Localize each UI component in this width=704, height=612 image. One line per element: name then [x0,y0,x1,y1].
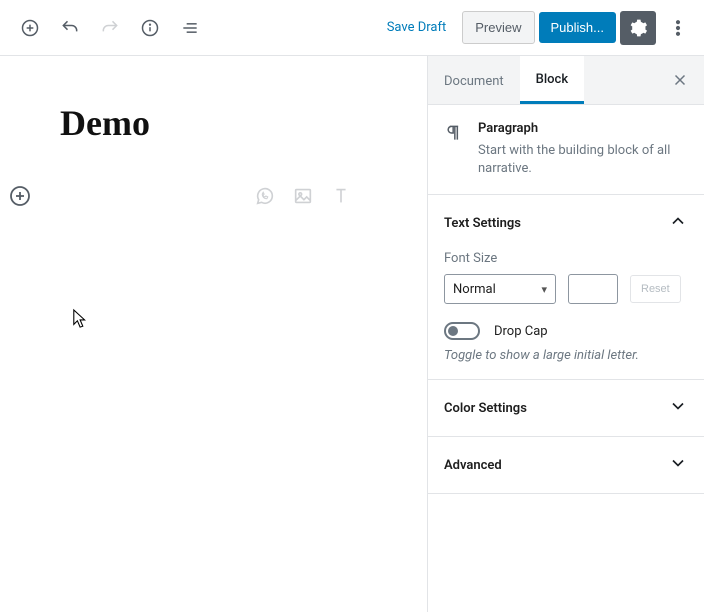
info-icon[interactable] [132,10,168,46]
publish-button[interactable]: Publish... [539,12,616,43]
save-draft-button[interactable]: Save Draft [375,12,459,43]
drop-cap-label: Drop Cap [494,324,548,339]
outline-icon[interactable] [172,10,208,46]
drop-cap-toggle[interactable] [444,322,480,340]
drop-cap-help: Toggle to show a large initial letter. [444,348,688,363]
font-size-label: Font Size [444,251,688,266]
settings-button[interactable] [620,11,656,45]
panel-text-settings-header[interactable]: Text Settings [428,195,704,251]
toolbar-left [8,10,208,46]
empty-block-row [60,184,371,208]
panel-advanced-title: Advanced [444,458,502,473]
more-vertical-icon [668,18,688,38]
chevron-up-icon [668,211,688,235]
panel-advanced-header[interactable]: Advanced [428,437,704,493]
panel-text-settings-title: Text Settings [444,216,521,231]
panel-color-settings: Color Settings [428,380,704,437]
close-icon [671,71,689,89]
panel-color-settings-header[interactable]: Color Settings [428,380,704,436]
panel-advanced: Advanced [428,437,704,494]
block-type-desc: Start with the building block of all nar… [478,142,688,178]
toolbar-right: Save Draft Preview Publish... [375,10,696,46]
sidebar-tabs: Document Block [428,56,704,105]
block-type-title: Paragraph [478,121,688,136]
editor-content [0,96,427,208]
undo-icon[interactable] [52,10,88,46]
font-size-row: Normal Reset [444,274,688,304]
panel-text-settings-body: Font Size Normal Reset Drop Cap Toggle t… [428,251,704,379]
more-button[interactable] [660,10,696,46]
top-toolbar: Save Draft Preview Publish... [0,0,704,56]
paragraph-icon [444,123,464,178]
block-type-header: Paragraph Start with the building block … [428,105,704,195]
panel-text-settings: Text Settings Font Size Normal Reset [428,195,704,380]
drop-cap-row: Drop Cap [444,322,688,340]
toggle-knob [448,326,458,336]
block-type-text: Paragraph Start with the building block … [478,121,688,178]
post-title-input[interactable] [60,96,371,148]
sidebar: Document Block Paragraph Start with the … [427,56,704,612]
preview-button[interactable]: Preview [462,11,534,44]
font-size-value: Normal [453,282,496,297]
editor-canvas [0,56,427,612]
tab-document[interactable]: Document [428,58,520,103]
font-size-custom-input[interactable] [568,274,618,304]
chevron-down-icon [668,453,688,477]
gear-icon [628,18,648,38]
main-area: Document Block Paragraph Start with the … [0,56,704,612]
add-block-inline-button[interactable] [6,182,34,210]
close-sidebar-button[interactable] [666,66,694,94]
panel-color-settings-title: Color Settings [444,401,527,416]
whatsapp-icon[interactable] [253,184,277,208]
heading-icon[interactable] [329,184,353,208]
image-icon[interactable] [291,184,315,208]
chevron-down-icon [668,396,688,420]
font-size-reset-button[interactable]: Reset [630,275,681,303]
tab-block[interactable]: Block [520,56,584,104]
quick-insert-icons [253,184,353,208]
font-size-select[interactable]: Normal [444,274,556,304]
add-block-icon[interactable] [12,10,48,46]
redo-icon[interactable] [92,10,128,46]
